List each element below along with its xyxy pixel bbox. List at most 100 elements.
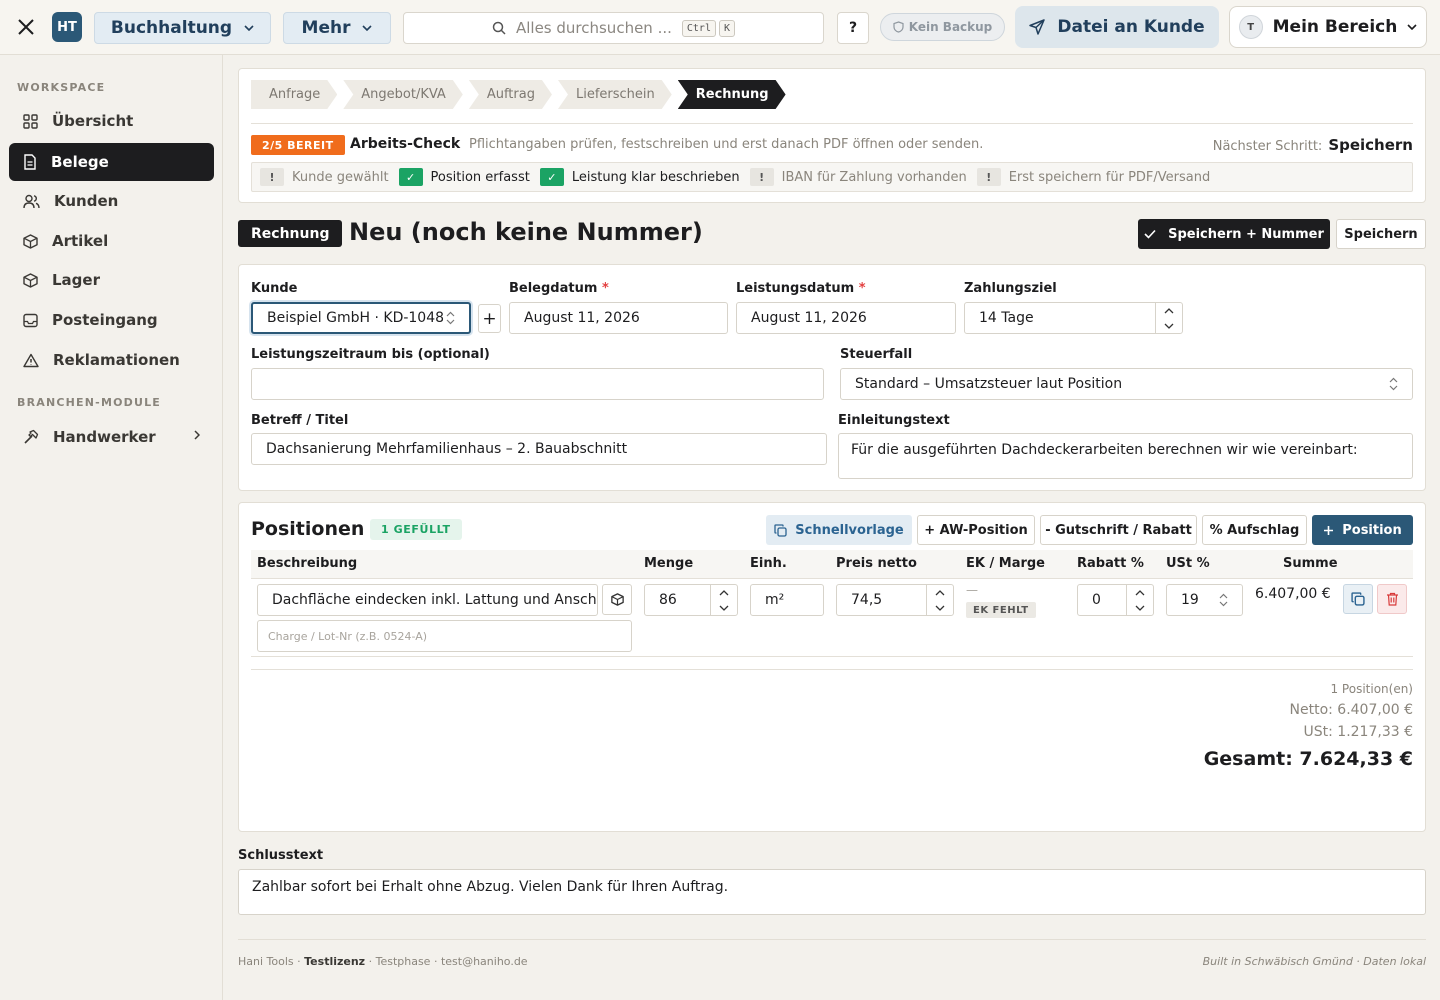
workflow-step-rechnung[interactable]: Rechnung [678, 80, 786, 109]
quantity-stepper[interactable]: 86 [644, 584, 738, 616]
positions-title: Positionen [251, 518, 365, 540]
footer-email[interactable]: test@haniho.de [441, 955, 528, 968]
close-icon[interactable] [14, 15, 38, 39]
plus-icon [1324, 525, 1334, 535]
save-and-number-label: Speichern + Nummer [1168, 226, 1324, 242]
credit-discount-button[interactable]: - Gutschrift / Rabatt [1040, 515, 1197, 545]
article-picker-button[interactable] [602, 584, 632, 615]
inbox-icon [23, 313, 38, 327]
kbd-k: K [718, 19, 736, 37]
vat-value: 19 [1181, 592, 1199, 608]
intro-textarea[interactable]: Für die ausgeführten Dachdeckerarbeiten … [838, 433, 1413, 479]
chevron-down-icon[interactable] [711, 600, 737, 615]
lot-number-field[interactable]: Charge / Lot-Nr (z.B. 0524-A) [257, 620, 632, 652]
save-button[interactable]: Speichern [1336, 219, 1426, 249]
intro-label: Einleitungstext [838, 413, 950, 428]
chevron-up-icon[interactable] [1156, 303, 1182, 318]
divider [251, 669, 1413, 670]
add-customer-button[interactable]: + [478, 304, 501, 333]
workflow-step-anfrage[interactable]: Anfrage [251, 80, 337, 109]
customer-label: Kunde [251, 281, 298, 296]
app-logo[interactable]: HT [52, 12, 82, 42]
chevron-up-icon[interactable] [927, 585, 953, 600]
doc-date-label: Belegdatum * [509, 281, 609, 296]
workflow-step-auftrag[interactable]: Auftrag [469, 80, 552, 109]
trash-icon [1386, 592, 1398, 606]
closing-label: Schlusstext [238, 848, 324, 863]
shield-icon [893, 21, 904, 33]
payment-terms-stepper[interactable]: 14 Tage [964, 302, 1183, 334]
chevron-up-icon[interactable] [1127, 585, 1153, 600]
chevron-up-icon[interactable] [711, 585, 737, 600]
chevron-down-icon[interactable] [1156, 318, 1182, 333]
surcharge-button[interactable]: % Aufschlag [1202, 515, 1307, 545]
sidebar-item-reklamationen[interactable]: Reklamationen [9, 341, 214, 379]
footer-left: Hani Tools · Testlizenz · Testphase · te… [238, 955, 528, 968]
sidebar-item-label: Handwerker [53, 428, 156, 446]
duplicate-row-button[interactable] [1343, 584, 1373, 614]
period-field[interactable] [251, 368, 824, 400]
global-search[interactable]: Alles durchsuchen ... Ctrl K [403, 12, 824, 44]
vat-select[interactable]: 19 [1166, 584, 1243, 616]
price-value: 74,5 [851, 592, 883, 608]
copy-icon [774, 523, 787, 537]
sidebar-item-kunden[interactable]: Kunden [9, 182, 214, 220]
sidebar-item-label: Posteingang [52, 311, 158, 329]
backup-status-badge[interactable]: Kein Backup [880, 13, 1005, 41]
price-stepper[interactable]: 74,5 [836, 584, 954, 616]
warning-icon [23, 353, 39, 367]
tax-select-value: Standard – Umsatzsteuer laut Position [855, 376, 1123, 392]
closing-textarea[interactable]: Zahlbar sofort bei Erhalt ohne Abzug. Vi… [238, 869, 1426, 915]
send-to-customer-button[interactable]: Datei an Kunde [1015, 6, 1219, 48]
user-menu[interactable]: T Mein Bereich [1229, 6, 1427, 48]
stepper-buttons[interactable] [1155, 303, 1182, 333]
user-menu-label: Mein Bereich [1272, 17, 1398, 37]
sidebar-item-posteingang[interactable]: Posteingang [9, 301, 214, 339]
discount-stepper[interactable]: 0 [1077, 584, 1154, 616]
check-item-label: IBAN für Zahlung vorhanden [781, 169, 967, 185]
document-icon [24, 154, 36, 170]
sidebar-item-artikel[interactable]: Artikel [9, 222, 214, 260]
add-position-label: Position [1342, 522, 1402, 538]
customer-select[interactable]: Beispiel GmbH · KD-1048 [251, 302, 471, 334]
stepper-buttons[interactable] [710, 585, 737, 615]
ek-dash: — [966, 583, 978, 597]
sidebar-item-label: Kunden [54, 192, 119, 210]
add-aw-position-button[interactable]: + AW-Position [917, 515, 1035, 545]
ek-missing-badge: EK FEHLT [966, 602, 1036, 618]
unit-field[interactable]: m² [750, 584, 824, 616]
box-icon [610, 593, 624, 606]
add-position-button[interactable]: Position [1312, 515, 1413, 545]
service-date-field[interactable]: August 11, 2026 [736, 302, 956, 334]
users-icon [23, 194, 40, 208]
sidebar-item-uebersicht[interactable]: Übersicht [9, 102, 214, 140]
more-dropdown-label: Mehr [301, 18, 351, 38]
positions-table-header: Beschreibung Menge Einh. Preis netto EK … [251, 550, 1413, 579]
sidebar-item-lager[interactable]: Lager [9, 261, 214, 299]
delete-row-button[interactable] [1377, 584, 1407, 614]
save-and-number-button[interactable]: Speichern + Nummer [1138, 219, 1330, 249]
checkmark-icon: ✓ [539, 168, 564, 186]
sidebar-item-label: Belege [51, 153, 109, 171]
column-header-vat: USt % [1166, 556, 1210, 571]
chevron-down-icon[interactable] [927, 600, 953, 615]
subject-field[interactable]: Dachsanierung Mehrfamilienhaus – 2. Baua… [251, 433, 827, 465]
workflow-step-lieferschein[interactable]: Lieferschein [558, 80, 672, 109]
stepper-buttons[interactable] [926, 585, 953, 615]
description-field[interactable]: Dachfläche eindecken inkl. Lattung und A… [257, 584, 598, 616]
doc-date-field[interactable]: August 11, 2026 [509, 302, 728, 334]
discount-value: 0 [1092, 592, 1101, 608]
stepper-buttons[interactable] [1126, 585, 1153, 615]
more-dropdown[interactable]: Mehr [283, 12, 391, 44]
sidebar-item-belege[interactable]: Belege [9, 143, 214, 181]
chevron-down-icon[interactable] [1127, 600, 1153, 615]
module-dropdown[interactable]: Buchhaltung [94, 12, 271, 44]
hammer-icon [24, 429, 39, 444]
quick-template-button[interactable]: Schnellvorlage [766, 515, 912, 545]
tax-select[interactable]: Standard – Umsatzsteuer laut Position [840, 368, 1413, 400]
quick-template-label: Schnellvorlage [795, 522, 904, 538]
workflow-step-angebot[interactable]: Angebot/KVA [343, 80, 463, 109]
document-type-tag: Rechnung [238, 220, 343, 247]
sidebar-item-handwerker[interactable]: Handwerker [9, 418, 214, 456]
help-button[interactable]: ? [837, 12, 869, 44]
